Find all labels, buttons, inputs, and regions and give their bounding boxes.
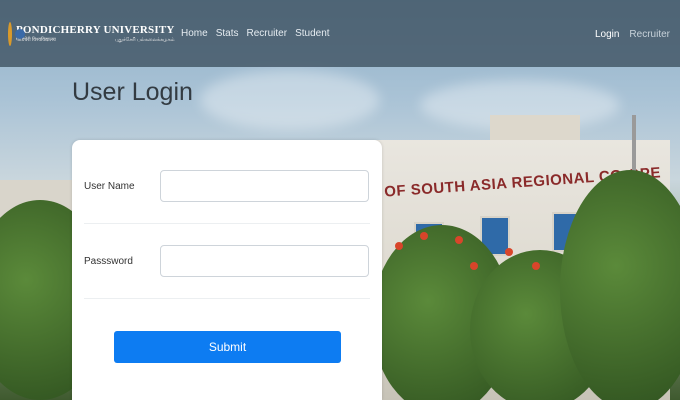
university-logo-icon xyxy=(8,21,25,46)
username-label: User Name xyxy=(84,180,135,192)
nav-student[interactable]: Student xyxy=(295,28,329,39)
nav-home[interactable]: Home xyxy=(181,28,208,39)
nav-login[interactable]: Login xyxy=(595,29,619,40)
brand-sub-tamil: புதுச்சேரி பல்கலைக்கழகம் xyxy=(114,36,175,43)
divider xyxy=(84,223,370,224)
page-title: User Login xyxy=(72,78,193,106)
nav-stats[interactable]: Stats xyxy=(216,28,239,39)
nav-recruiter-right[interactable]: Recruiter xyxy=(629,29,670,40)
brand[interactable]: PONDICHERRY UNIVERSITY पांडिचेरी विश्ववि… xyxy=(8,21,175,46)
submit-button[interactable]: Submit xyxy=(114,331,341,363)
divider xyxy=(84,298,370,299)
password-label: Passsword xyxy=(84,255,133,267)
password-row: Passsword xyxy=(84,245,370,277)
brand-name: PONDICHERRY UNIVERSITY xyxy=(16,23,175,36)
navbar: PONDICHERRY UNIVERSITY पांडिचेरी विश्ववि… xyxy=(0,0,680,67)
nav-recruiter[interactable]: Recruiter xyxy=(246,28,287,39)
username-row: User Name xyxy=(84,170,370,202)
password-input[interactable] xyxy=(160,245,369,277)
login-card: User Name Passsword Submit xyxy=(72,140,382,400)
username-input[interactable] xyxy=(160,170,369,202)
